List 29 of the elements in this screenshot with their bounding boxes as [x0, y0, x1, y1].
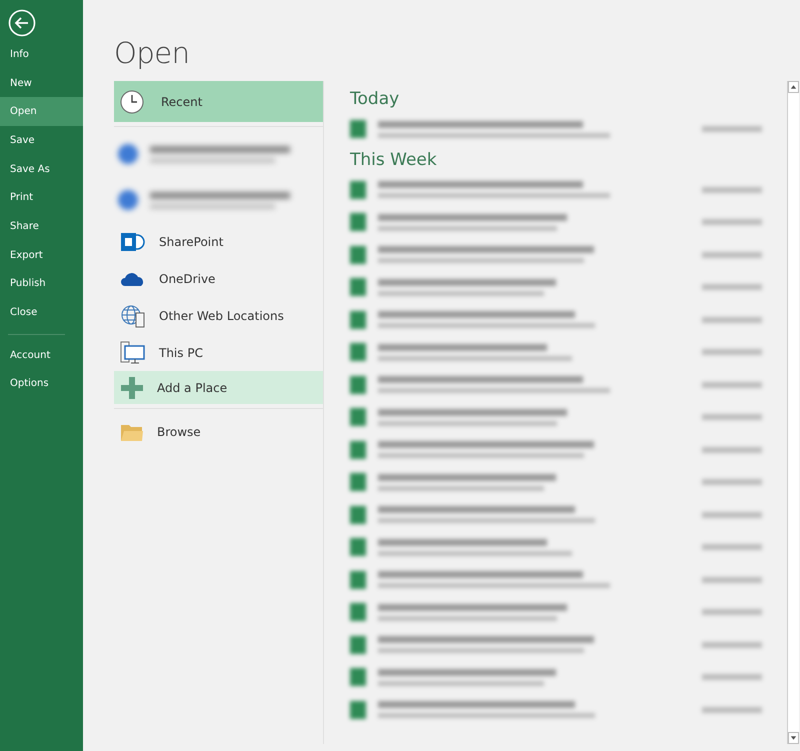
sidebar-item[interactable]: Save As [0, 154, 83, 184]
plus-icon [120, 376, 144, 400]
sidebar-item[interactable]: Export [0, 240, 83, 270]
sidebar-item[interactable]: Info [0, 40, 83, 69]
section-heading: Today [350, 89, 400, 109]
sidebar-item[interactable]: New [0, 68, 83, 98]
place-item[interactable]: SharePoint [114, 223, 323, 260]
place-item[interactable]: OneDrive [114, 260, 323, 297]
place-item[interactable]: This PC [114, 334, 323, 371]
place-item[interactable]: Browse [114, 413, 323, 450]
page-title: Open [114, 36, 190, 70]
place-item[interactable]: Other Web Locations [114, 297, 323, 334]
sidebar-item[interactable]: Account [0, 340, 83, 370]
sidebar-item[interactable]: Publish [0, 270, 83, 298]
scroll-up-icon[interactable] [788, 81, 799, 93]
sidebar-item[interactable]: Close [0, 298, 83, 327]
clock-icon [120, 90, 144, 114]
place-item[interactable]: Add a Place [114, 371, 323, 404]
globe-icon [120, 302, 146, 328]
sidebar-item[interactable]: Save [0, 126, 83, 155]
computer-icon [120, 340, 146, 364]
sidebar-item[interactable]: Options [0, 370, 83, 398]
scrollbar[interactable] [787, 81, 799, 744]
section-heading: This Week [350, 150, 438, 170]
place-item[interactable]: Recent [114, 81, 323, 122]
sidebar-item[interactable]: Share [0, 212, 83, 241]
sidebar-item[interactable]: Print [0, 183, 83, 212]
sidebar-item[interactable]: Open [0, 97, 83, 126]
scroll-down-icon[interactable] [788, 732, 799, 744]
